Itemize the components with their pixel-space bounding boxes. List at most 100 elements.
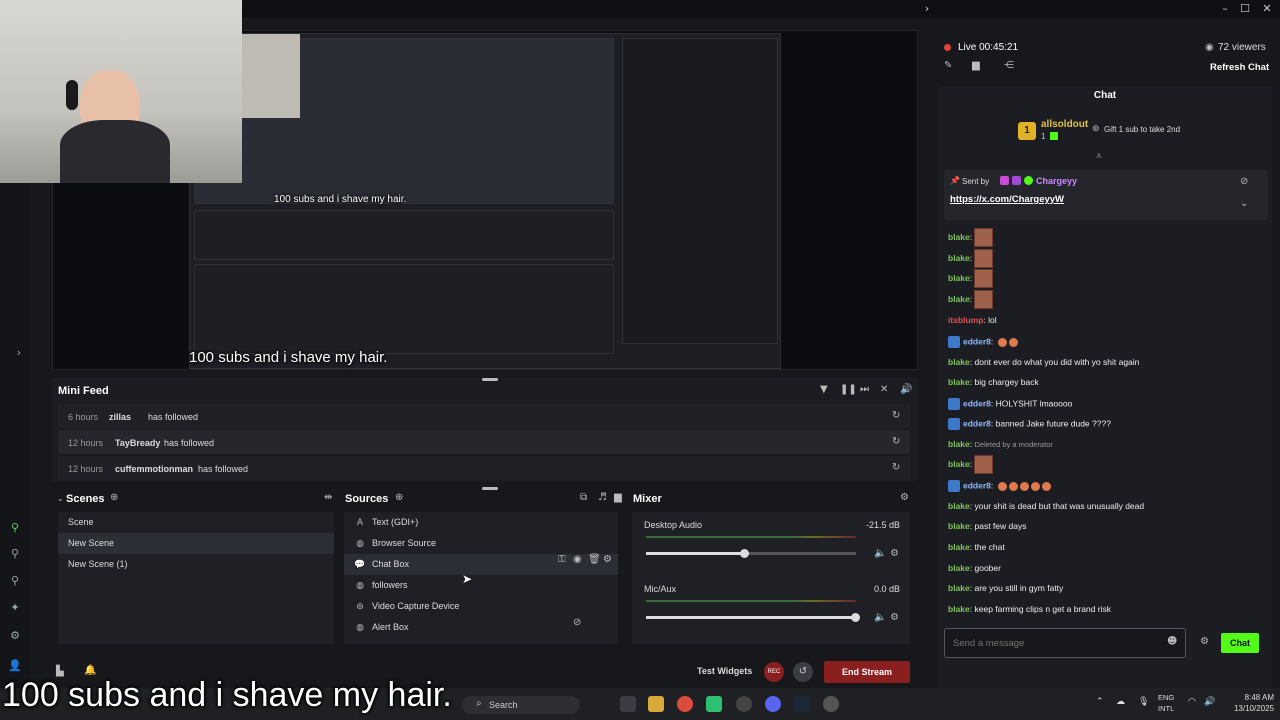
mixer-settings-icon[interactable]: ⚙ xyxy=(900,492,909,503)
scene-item[interactable]: Scene xyxy=(58,512,334,533)
speaker-icon[interactable]: 🔈 xyxy=(874,548,886,559)
chat-username[interactable]: blake xyxy=(948,459,970,469)
chat-username[interactable]: edder8 xyxy=(963,398,991,408)
chat-username[interactable]: edder8 xyxy=(963,336,991,346)
source-item[interactable]: A Text (GDI+) xyxy=(344,512,618,533)
scene-layout-icon[interactable]: ⇹ xyxy=(324,492,332,503)
chat-username[interactable]: blake xyxy=(948,501,970,511)
link-icon[interactable]: ⚲ xyxy=(8,521,22,535)
edit-icon[interactable]: ✎ xyxy=(944,60,952,71)
chat-username[interactable]: blake xyxy=(948,583,970,593)
sparkle-icon[interactable]: ✦ xyxy=(8,601,22,615)
replay-buffer-icon[interactable]: ↺ xyxy=(793,662,813,682)
gear-icon[interactable]: ⚙ xyxy=(603,554,612,565)
channel-gear-icon[interactable]: ⚙ xyxy=(890,548,899,559)
chat-username[interactable]: blake xyxy=(948,232,970,242)
volume-knob[interactable] xyxy=(851,613,860,622)
obs-icon[interactable] xyxy=(736,696,752,712)
discord-icon[interactable] xyxy=(765,696,781,712)
mic-icon[interactable]: 🎙 xyxy=(1138,697,1149,707)
rec-button[interactable]: REC xyxy=(764,662,784,682)
hidden-icon[interactable]: ⊘ xyxy=(573,617,581,628)
scene-item-selected[interactable]: New Scene xyxy=(58,533,334,554)
pin-collapse-icon[interactable]: ⩡ xyxy=(1096,151,1102,162)
source-item[interactable]: ⊚ Video Capture Device xyxy=(344,596,618,617)
replay-icon[interactable]: ↻ xyxy=(892,410,900,421)
streaming-app-icon[interactable] xyxy=(706,696,722,712)
chat-username[interactable]: blake xyxy=(948,253,970,263)
link-icon-2[interactable]: ⚲ xyxy=(8,547,22,561)
link-icon-3[interactable]: ⚲ xyxy=(8,574,22,588)
source-item[interactable]: ◍ followers xyxy=(344,575,618,596)
chat-username[interactable]: blake xyxy=(948,357,970,367)
chat-settings-icon[interactable]: ⚙ xyxy=(1200,636,1209,647)
filter-icon[interactable]: ▼ xyxy=(820,384,828,395)
chat-username[interactable]: blake xyxy=(948,604,970,614)
skip-icon[interactable]: ⏭ xyxy=(860,384,869,395)
file-explorer-icon[interactable] xyxy=(648,696,664,712)
task-view-icon[interactable] xyxy=(620,696,636,712)
collapse-chat-icon[interactable]: › xyxy=(916,0,938,18)
drag-handle[interactable] xyxy=(482,378,498,381)
add-scene-icon[interactable]: ⊕ xyxy=(110,492,118,503)
volume-knob[interactable] xyxy=(740,549,749,558)
chat-username[interactable]: itsblump xyxy=(948,315,983,325)
wifi-icon[interactable]: ◠ xyxy=(1188,697,1196,707)
chat-username[interactable]: blake xyxy=(948,439,970,449)
settings-icon[interactable]: ⚙ xyxy=(8,629,22,643)
unpin-icon[interactable]: ⊘ xyxy=(1240,176,1248,187)
volume-tray-icon[interactable]: 🔊 xyxy=(1204,697,1215,707)
source-item[interactable]: ◍ Alert Box ⊘ xyxy=(344,617,618,638)
profile-icon[interactable]: 👤 xyxy=(8,659,22,673)
source-item-selected[interactable]: 💬 Chat Box ⚿ ◉ 🗑 ⚙ xyxy=(344,554,618,575)
maximize-icon[interactable]: ☐ xyxy=(1234,0,1256,18)
test-widgets-button[interactable]: Test Widgets xyxy=(697,666,752,676)
chat-username[interactable]: blake xyxy=(948,377,970,387)
cloud-icon[interactable]: ☁ xyxy=(1116,697,1125,707)
chat-username[interactable]: blake xyxy=(948,273,970,283)
share-icon[interactable]: ⋲ xyxy=(1004,60,1014,71)
chat-username[interactable]: blake xyxy=(948,563,970,573)
replay-icon[interactable]: ↻ xyxy=(892,436,900,447)
source-mute-icon[interactable]: ♬ xyxy=(598,492,607,503)
tray-overflow-icon[interactable]: ⌃ xyxy=(1096,697,1104,707)
scene-item[interactable]: New Scene (1) xyxy=(58,554,334,575)
folder-icon[interactable]: ▆ xyxy=(972,60,980,71)
speaker-icon[interactable]: 🔈 xyxy=(874,612,886,623)
chat-input-box[interactable]: ☻ xyxy=(944,628,1186,658)
pause-icon[interactable]: ❚❚ xyxy=(840,384,857,395)
drag-handle[interactable] xyxy=(482,487,498,490)
mute-alerts-icon[interactable]: ✕ xyxy=(880,384,888,395)
channel-gear-icon[interactable]: ⚙ xyxy=(890,612,899,623)
close-icon[interactable]: ✕ xyxy=(1256,0,1278,18)
refresh-chat-button[interactable]: Refresh Chat xyxy=(1210,62,1269,73)
folder-icon[interactable]: ▆ xyxy=(614,492,622,503)
end-stream-button[interactable]: End Stream xyxy=(824,661,910,683)
visibility-icon[interactable]: ◉ xyxy=(573,554,582,565)
collapse-icon[interactable]: ⌄ xyxy=(57,494,64,503)
steam-icon[interactable] xyxy=(794,696,810,712)
chat-username[interactable]: edder8 xyxy=(963,418,991,428)
add-source-icon[interactable]: ⊕ xyxy=(395,492,403,503)
emoji-icon[interactable]: ☻ xyxy=(1167,636,1177,647)
chat-username[interactable]: blake xyxy=(948,294,970,304)
pinned-link[interactable]: https://x.com/ChargeyyW xyxy=(950,194,1064,205)
lock-icon[interactable]: ⚿ xyxy=(558,554,566,565)
chat-username[interactable]: blake xyxy=(948,521,970,531)
source-filter-icon[interactable]: ⧉ xyxy=(580,492,587,503)
taskbar-search[interactable]: ⌕ Search xyxy=(462,696,580,714)
expand-icon[interactable]: › xyxy=(12,346,26,360)
bell-icon[interactable]: 🔔 xyxy=(84,665,96,676)
volume-icon[interactable]: 🔊 xyxy=(900,384,912,395)
replay-icon[interactable]: ↻ xyxy=(892,462,900,473)
chat-username[interactable]: edder8 xyxy=(963,480,991,490)
expand-pin-icon[interactable]: ⌄ xyxy=(1240,198,1248,209)
chrome-icon[interactable] xyxy=(677,696,693,712)
source-item[interactable]: ◍ Browser Source xyxy=(344,533,618,554)
trash-icon[interactable]: 🗑 xyxy=(588,554,601,565)
chat-username[interactable]: blake xyxy=(948,542,970,552)
chat-send-button[interactable]: Chat xyxy=(1221,633,1259,653)
minimize-icon[interactable]: – xyxy=(1214,0,1236,18)
settings-app-icon[interactable] xyxy=(823,696,839,712)
chat-input[interactable] xyxy=(953,635,1163,651)
